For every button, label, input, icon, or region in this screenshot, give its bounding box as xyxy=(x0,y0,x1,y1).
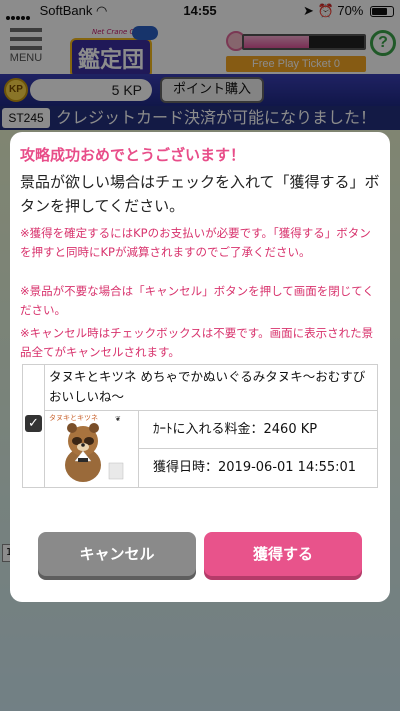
note-cancel-all: ※キャンセル時はチェックボックスは不要です。画面に表示された景品全てがキャンセル… xyxy=(20,326,374,359)
tanuki-plush-icon xyxy=(65,423,124,482)
prize-check-cell: ✓ xyxy=(23,365,45,487)
prize-image: タヌキとキツネ ❦ xyxy=(45,411,139,487)
dialog-title: 攻略成功おめでとうございます！ xyxy=(20,146,246,164)
note-cancel: ※景品が不要な場合は「キャンセル」ボタンを押して画面を閉じてください。 xyxy=(20,284,374,317)
prize-checkbox[interactable]: ✓ xyxy=(25,415,42,432)
acquire-button[interactable]: 獲得する xyxy=(204,532,362,576)
prize-acquire-dialog: 攻略成功おめでとうございます！ 景品が欲しい場合はチェックを入れて「獲得する」ボ… xyxy=(10,132,390,602)
prize-acquired-date: 獲得日時：2019-06-01 14:55:01 xyxy=(153,460,357,475)
prize-name: タヌキとキツネ めちゃでかぬいぐるみタヌキ～おむすびおいしいね～ xyxy=(45,365,377,411)
prize-price: ｶｰﾄに入れる料金：2460 KP xyxy=(139,411,377,449)
dialog-instruction: 景品が欲しい場合はチェックを入れて「獲得する」ボタンを押してください。 xyxy=(20,173,380,215)
prize-table: ✓ タヌキとキツネ めちゃでかぬいぐるみタヌキ～おむすびおいしいね～ タヌキとキ… xyxy=(22,364,378,488)
cancel-button[interactable]: キャンセル xyxy=(38,532,196,576)
note-payment: ※獲得を確定するにはKPのお支払いが必要です。「獲得する」ボタンを押すと同時にK… xyxy=(20,226,371,259)
